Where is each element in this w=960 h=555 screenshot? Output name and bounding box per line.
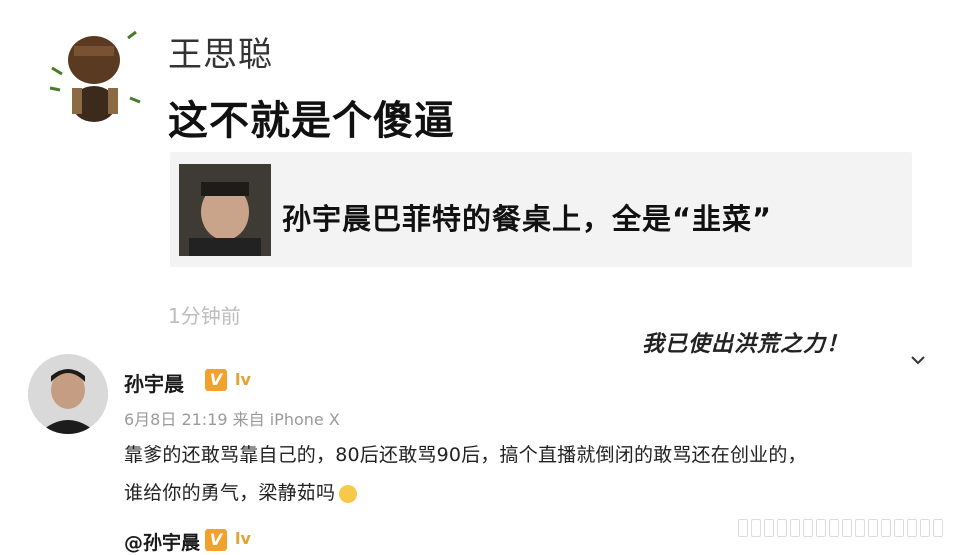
chevron-down-icon[interactable] [910, 350, 926, 371]
avatar[interactable] [44, 18, 144, 126]
level-badge-icon: lv [235, 529, 251, 548]
person-photo-icon [179, 164, 271, 256]
sticker: 我已使出洪荒之力！ [626, 306, 926, 366]
post-author-name[interactable]: 孙宇晨 [124, 368, 184, 397]
article-thumbnail [179, 164, 271, 256]
level-badge-icon: lv [235, 370, 251, 389]
post-avatar[interactable] [28, 354, 108, 434]
cartoon-avatar-icon [49, 30, 141, 122]
shared-article-card[interactable]: 孙宇晨巴菲特的餐桌上，全是“韭菜” [170, 152, 912, 267]
verified-badge-icon: V [205, 529, 227, 551]
post-meta: 6月8日 21:19 来自 iPhone X [124, 410, 340, 429]
person-avatar-icon [28, 354, 108, 434]
comment-text: 这不就是个傻逼 [168, 98, 455, 144]
sticker-text: 我已使出洪荒之力！ [642, 332, 850, 357]
article-title: 孙宇晨巴菲特的餐桌上，全是“韭菜” [282, 202, 773, 236]
comment-author-name[interactable]: 王思聪 [168, 27, 273, 76]
post-body-line-1: 靠爹的还敢骂靠自己的，80后还敢骂90后，搞个直播就倒闭的敢骂还在创业的， [124, 444, 807, 466]
post-body-text: 谁给你的勇气，梁静茹吗 [124, 482, 336, 504]
smile-emoji-icon [339, 484, 358, 503]
comment-timestamp: 1分钟前 [168, 304, 241, 328]
post-body-line-2: 谁给你的勇气，梁静茹吗 [124, 478, 358, 505]
watermark [738, 519, 948, 537]
verified-badge-icon: V [205, 369, 227, 391]
mention-link[interactable]: @孙宇晨 [124, 528, 200, 555]
